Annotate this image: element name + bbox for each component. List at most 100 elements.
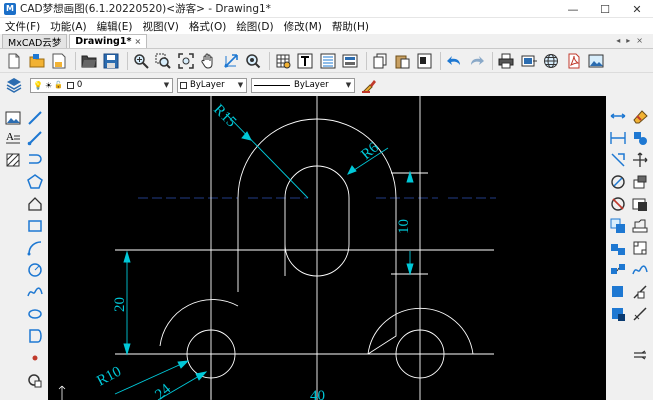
arc-icon[interactable]: [25, 238, 45, 258]
tab-close-icon[interactable]: ×: [134, 37, 141, 46]
layer-select[interactable]: 💡 ☀ 🔓 0 ▼: [30, 77, 173, 93]
menu-view[interactable]: 视图(V): [137, 19, 183, 34]
offset-icon[interactable]: [630, 172, 650, 192]
menu-edit[interactable]: 编辑(E): [92, 19, 138, 34]
lightbulb-icon: 💡: [33, 80, 43, 90]
align-icon[interactable]: [608, 304, 628, 324]
explode-icon[interactable]: [630, 260, 650, 280]
menu-draw[interactable]: 绘图(D): [231, 19, 278, 34]
match-properties-icon[interactable]: [359, 75, 379, 95]
region-icon[interactable]: [25, 326, 45, 346]
layer-manager-icon[interactable]: [340, 51, 360, 71]
open-icon[interactable]: [79, 51, 99, 71]
dim-20-label: 20: [112, 297, 128, 312]
maximize-button[interactable]: ☐: [589, 0, 621, 18]
table-icon[interactable]: [273, 51, 293, 71]
break-icon[interactable]: [608, 238, 628, 258]
window-controls: — ☐ ✕: [557, 0, 653, 18]
color-select[interactable]: ByLayer ▼: [177, 77, 247, 93]
zoom-previous-icon[interactable]: [221, 51, 241, 71]
line-icon[interactable]: [25, 108, 45, 128]
join-icon[interactable]: [608, 282, 628, 302]
layer-color-swatch: [66, 81, 74, 89]
move-icon[interactable]: [608, 150, 628, 170]
pan-hand-icon[interactable]: [198, 51, 218, 71]
divide-icon[interactable]: [630, 282, 650, 302]
stretch-icon[interactable]: [630, 216, 650, 236]
ucs-icon: [58, 385, 66, 400]
minimize-button[interactable]: —: [557, 0, 589, 18]
save-as-icon[interactable]: [101, 51, 121, 71]
draw-toolbar: A: [0, 96, 48, 400]
pdf-icon[interactable]: [564, 51, 584, 71]
toolbar-separator: [440, 51, 441, 70]
chevron-down-icon: ▼: [345, 81, 352, 89]
measure-icon[interactable]: [608, 128, 628, 148]
web-icon[interactable]: [541, 51, 561, 71]
polyline-icon[interactable]: [25, 194, 45, 214]
properties-icon[interactable]: [318, 51, 338, 71]
print-icon[interactable]: [496, 51, 516, 71]
dim-r6-label: R6: [358, 139, 382, 163]
ellipse-icon[interactable]: [25, 304, 45, 324]
extend-icon[interactable]: [630, 194, 650, 214]
linetype-select[interactable]: ByLayer ▼: [251, 77, 355, 93]
polygon-icon[interactable]: [25, 172, 45, 192]
dimension-labels: R15 R6 10 20 R10 24 40: [94, 102, 412, 400]
window-title: CAD梦想画图(6.1.20220520)<游客> - Drawing1*: [20, 3, 271, 15]
distance-icon[interactable]: [608, 106, 628, 126]
drawing-canvas[interactable]: R15 R6 10 20 R10 24 40: [48, 96, 606, 400]
circle-icon[interactable]: [25, 260, 45, 280]
scale-icon[interactable]: [608, 172, 628, 192]
menu-modify[interactable]: 修改(M): [279, 19, 327, 34]
copy-icon[interactable]: [370, 51, 390, 71]
open-folder-icon[interactable]: [27, 51, 47, 71]
lengthen-icon[interactable]: [630, 346, 650, 366]
image-icon[interactable]: [586, 51, 606, 71]
spline-icon[interactable]: [25, 282, 45, 302]
zoom-realtime-icon[interactable]: [131, 51, 151, 71]
chevron-down-icon: ▼: [163, 81, 170, 89]
tab-home[interactable]: MxCAD云梦: [2, 34, 68, 49]
rectangle-icon[interactable]: [25, 216, 45, 236]
tab-scroll-controls[interactable]: ◂▸×: [616, 36, 649, 45]
layers-icon[interactable]: [4, 75, 24, 95]
trim-icon[interactable]: [608, 194, 628, 214]
zoom-window-icon[interactable]: [153, 51, 173, 71]
menu-file[interactable]: 文件(F): [0, 19, 45, 34]
menu-format[interactable]: 格式(O): [184, 19, 231, 34]
text-style-icon[interactable]: [295, 51, 315, 71]
redo-icon[interactable]: [467, 51, 487, 71]
copy-object-icon[interactable]: [630, 128, 650, 148]
paste-icon[interactable]: [392, 51, 412, 71]
zoom-extents-icon[interactable]: [176, 51, 196, 71]
fillet-icon[interactable]: [630, 238, 650, 258]
export-icon[interactable]: [519, 51, 539, 71]
eraser-icon[interactable]: [630, 106, 650, 126]
menu-function[interactable]: 功能(A): [45, 19, 91, 34]
block-icon[interactable]: [25, 370, 45, 390]
standard-toolbar: [0, 49, 653, 73]
hatch-icon[interactable]: [3, 150, 23, 170]
toolbar-separator: [268, 51, 270, 70]
dim-r10-label: R10: [94, 364, 124, 390]
point-icon[interactable]: [25, 348, 45, 368]
image-insert-icon[interactable]: [3, 108, 23, 128]
zoom-in-icon[interactable]: [243, 51, 263, 71]
new-icon[interactable]: [4, 51, 24, 71]
ray-icon[interactable]: [25, 128, 45, 148]
dim-40-label: 40: [310, 388, 325, 400]
mirror-icon[interactable]: [630, 304, 650, 324]
color-swatch: [180, 81, 187, 89]
array-icon[interactable]: [608, 216, 628, 236]
rotate-icon[interactable]: [630, 150, 650, 170]
save-icon[interactable]: [49, 51, 69, 71]
menu-help[interactable]: 帮助(H): [327, 19, 374, 34]
undo-icon[interactable]: [444, 51, 464, 71]
chamfer-icon[interactable]: [608, 260, 628, 280]
cut-icon[interactable]: [415, 51, 435, 71]
text-icon[interactable]: A: [3, 128, 23, 148]
multiline-icon[interactable]: [25, 150, 45, 170]
tab-drawing1[interactable]: Drawing1* ×: [69, 34, 148, 48]
close-button[interactable]: ✕: [621, 0, 653, 18]
